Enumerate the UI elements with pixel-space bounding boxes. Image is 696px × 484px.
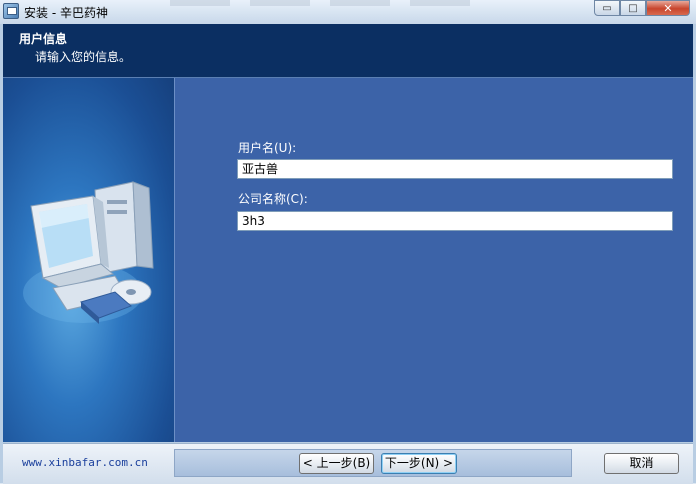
next-button[interactable]: 下一步(N) > <box>381 453 457 474</box>
website-link[interactable]: www.xinbafar.com.cn <box>22 456 148 469</box>
close-icon: ✕ <box>663 1 673 15</box>
page-subtitle: 请输入您的信息。 <box>35 50 132 64</box>
window-controls: ▭ □ ✕ <box>594 0 690 18</box>
minimize-icon: ▭ <box>602 2 612 14</box>
cancel-button[interactable]: 取消 <box>604 453 679 474</box>
username-label: 用户名(U): <box>238 141 297 155</box>
panel-divider <box>174 78 175 442</box>
setup-icon <box>3 3 19 19</box>
restore-button[interactable]: □ <box>620 0 646 16</box>
company-label: 公司名称(C): <box>238 192 308 206</box>
restore-icon: □ <box>628 2 638 14</box>
wizard-header: 用户信息 请输入您的信息。 <box>3 24 693 78</box>
title-bar[interactable]: 安装 - 辛巴药神 ▭ □ ✕ <box>0 0 696 25</box>
wizard-side-panel <box>3 78 174 442</box>
page-title: 用户信息 <box>19 32 68 46</box>
form-panel <box>174 78 693 442</box>
background-blur <box>170 0 470 6</box>
window-title: 安装 - 辛巴药神 <box>24 6 108 20</box>
back-button[interactable]: < 上一步(B) <box>299 453 374 474</box>
minimize-button[interactable]: ▭ <box>594 0 620 16</box>
username-field[interactable]: 亚古兽 <box>237 159 673 179</box>
computer-with-cd-icon <box>23 181 154 324</box>
company-field[interactable]: 3h3 <box>237 211 673 231</box>
close-button[interactable]: ✕ <box>646 0 690 16</box>
